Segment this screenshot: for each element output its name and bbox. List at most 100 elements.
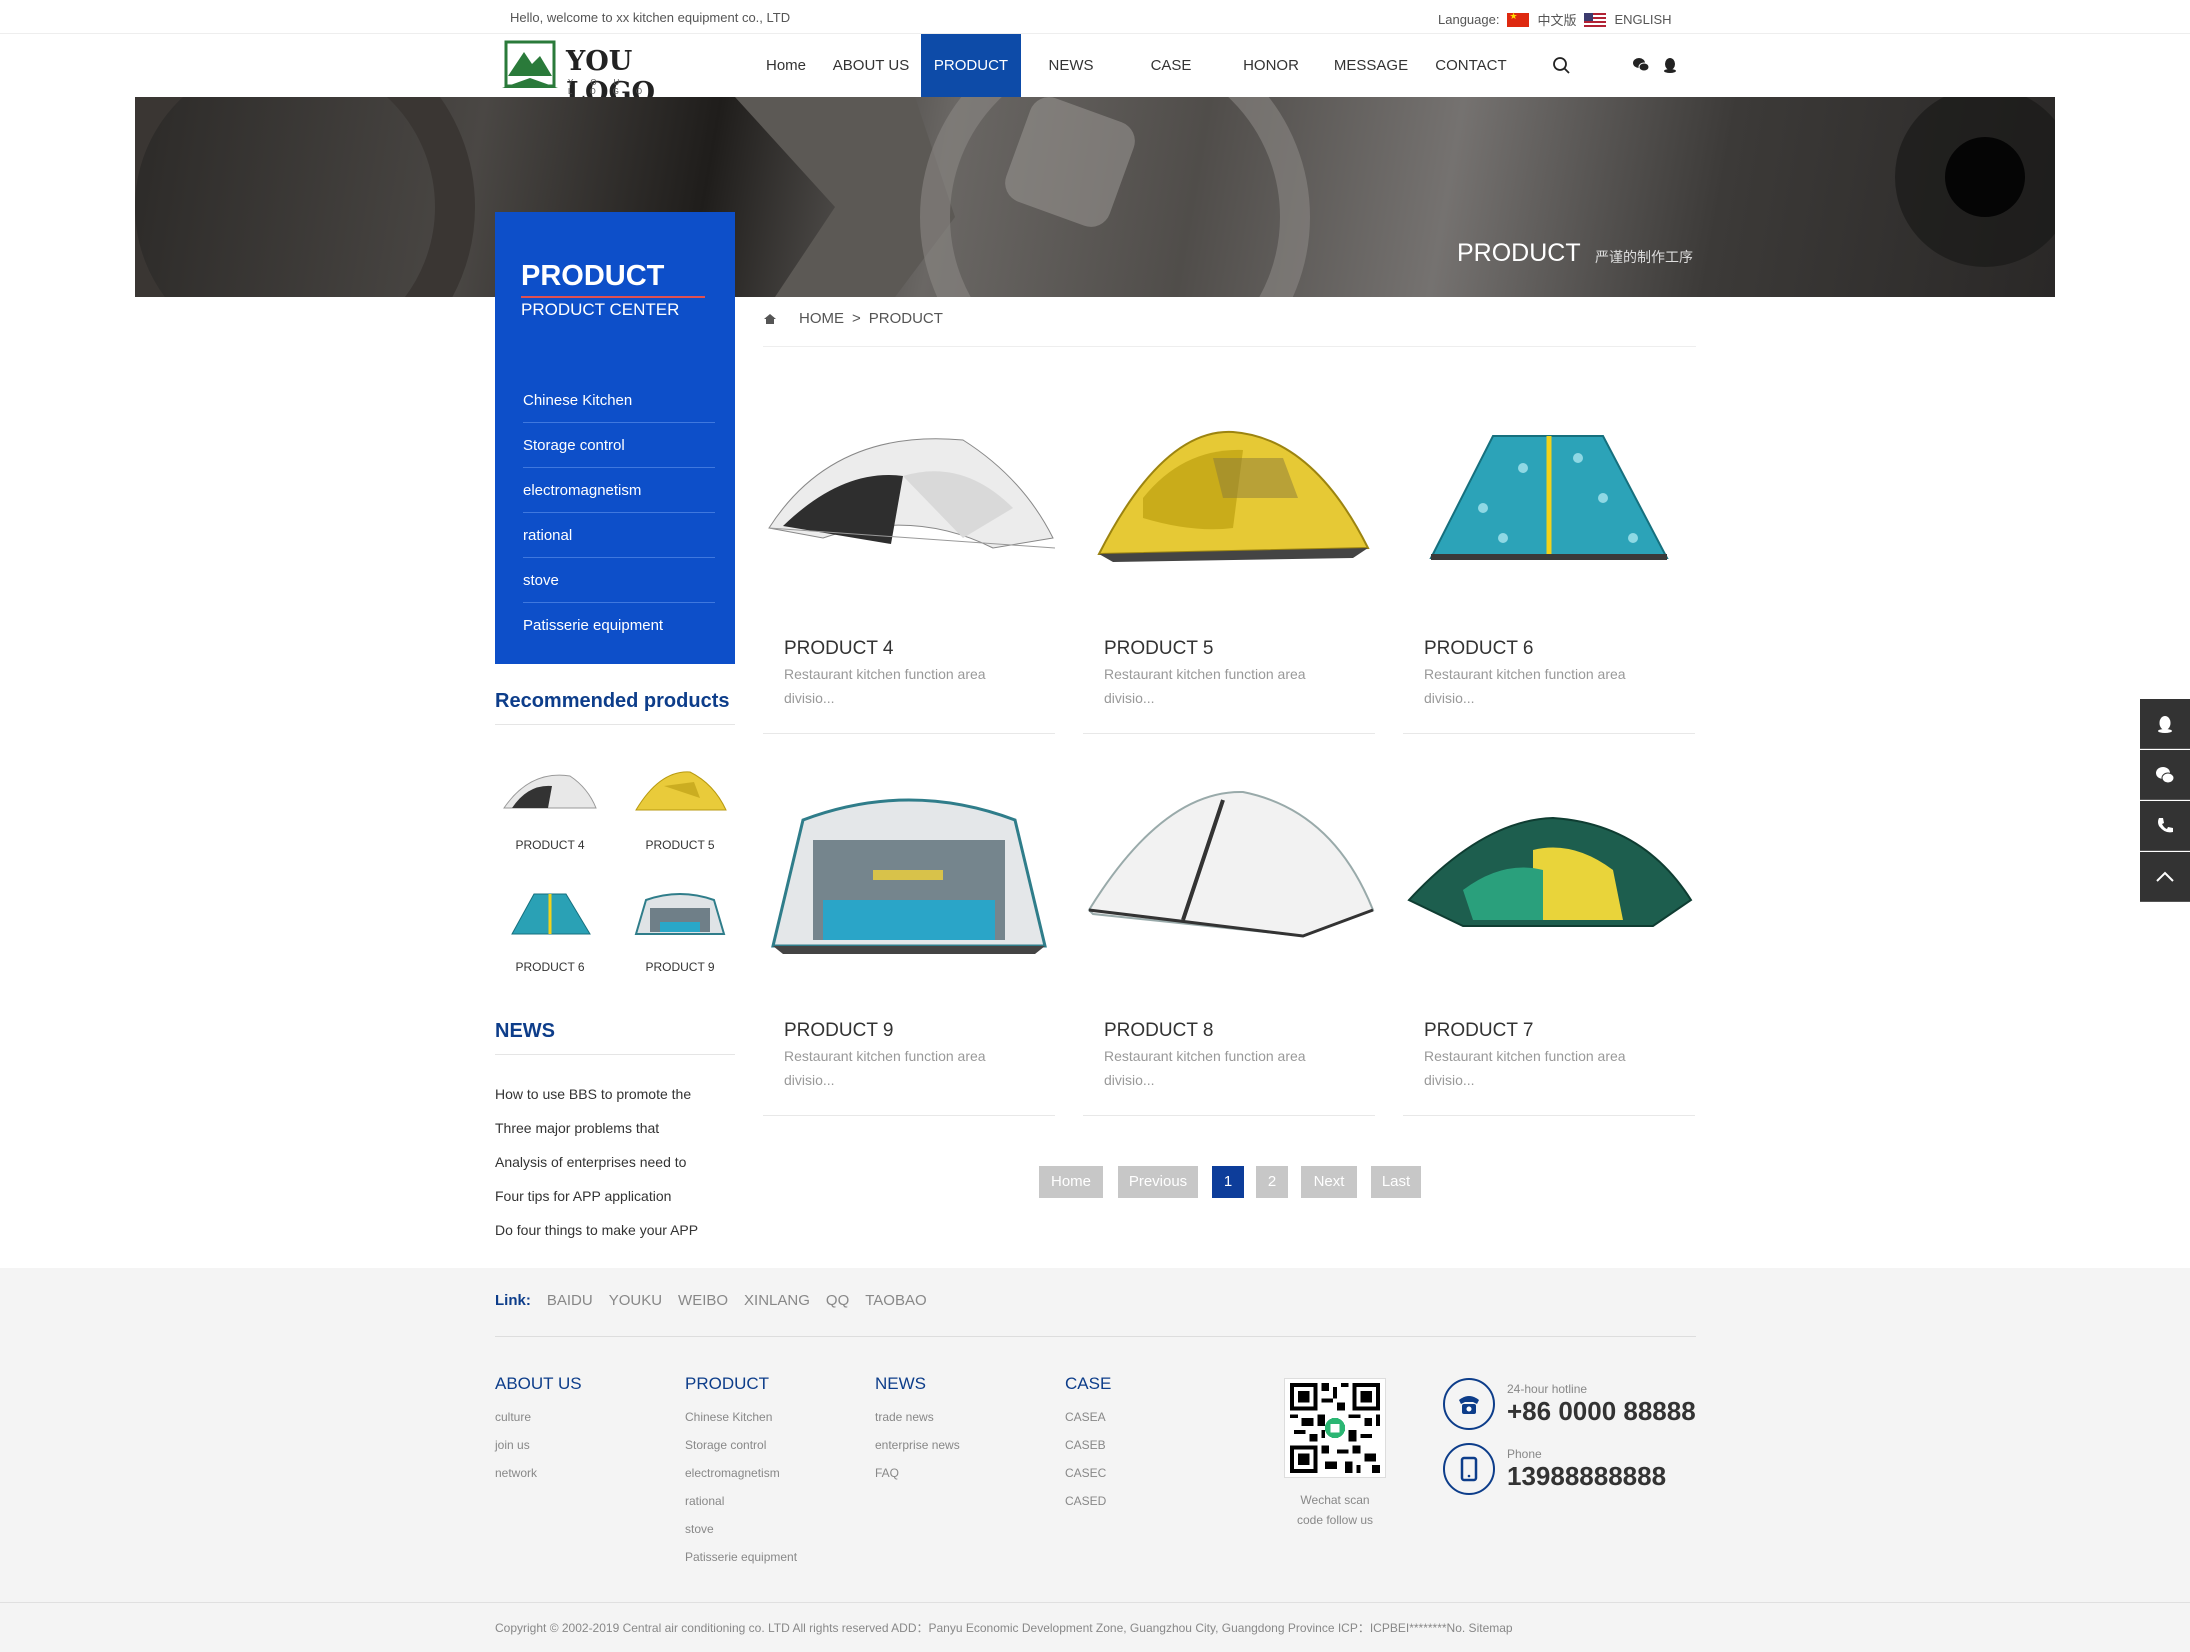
phone-icon — [2158, 818, 2173, 833]
sidebar-heading-underline — [521, 296, 705, 298]
lang-cn-link[interactable]: 中文版 — [1537, 10, 1576, 29]
phone-number[interactable]: 13988888888 — [1507, 1461, 1666, 1492]
nav-message[interactable]: MESSAGE — [1321, 34, 1421, 97]
footer-link[interactable]: CASEC — [1065, 1466, 1111, 1494]
float-phone-button[interactable] — [2140, 801, 2190, 851]
footer-link[interactable]: join us — [495, 1438, 582, 1466]
pager-page-2[interactable]: 2 — [1256, 1166, 1288, 1198]
float-back-to-top-button[interactable] — [2140, 852, 2190, 902]
tent-yellow-image — [1097, 430, 1370, 562]
footer-col-title[interactable]: NEWS — [875, 1374, 960, 1394]
footer-link[interactable]: FAQ — [875, 1466, 960, 1494]
footer-link[interactable]: CASEA — [1065, 1410, 1111, 1438]
footer-link[interactable]: network — [495, 1466, 582, 1494]
footer-col-title[interactable]: CASE — [1065, 1374, 1111, 1394]
sidebar-item-chinese-kitchen[interactable]: Chinese Kitchen — [523, 378, 715, 423]
product-name[interactable]: PRODUCT 5 — [1104, 638, 1213, 660]
footer-link[interactable]: CASED — [1065, 1494, 1111, 1522]
sidebar-item-electromagnetism[interactable]: electromagnetism — [523, 468, 715, 513]
link-youku[interactable]: YOUKU — [609, 1292, 662, 1309]
link-baidu[interactable]: BAIDU — [547, 1292, 593, 1309]
recommended-item[interactable]: PRODUCT 6 — [495, 886, 605, 986]
sidebar-item-patisserie[interactable]: Patisserie equipment — [523, 603, 715, 648]
china-flag-icon[interactable] — [1507, 11, 1530, 27]
product-desc: Restaurant kitchen function area divisio… — [1104, 1048, 1306, 1088]
news-link[interactable]: Four tips for APP application — [495, 1188, 671, 1204]
footer-col-title[interactable]: ABOUT US — [495, 1374, 582, 1394]
wechat-icon[interactable] — [1632, 56, 1650, 74]
sidebar-item-stove[interactable]: stove — [523, 558, 715, 603]
telephone-icon — [1443, 1378, 1495, 1430]
nav-home[interactable]: Home — [759, 34, 813, 97]
product-card[interactable]: PRODUCT 5 Restaurant kitchen function ar… — [1083, 358, 1375, 734]
pager-home[interactable]: Home — [1039, 1166, 1103, 1198]
links-label: Link: — [495, 1292, 531, 1309]
nav-contact[interactable]: CONTACT — [1421, 34, 1521, 97]
link-taobao[interactable]: TAOBAO — [865, 1292, 926, 1309]
sidebar-menu: Chinese Kitchen Storage control electrom… — [495, 366, 735, 664]
nav-about[interactable]: ABOUT US — [831, 34, 911, 97]
product-card[interactable]: PRODUCT 7 Restaurant kitchen function ar… — [1403, 740, 1695, 1116]
news-link[interactable]: Do four things to make your APP — [495, 1222, 698, 1238]
footer-link[interactable]: CASEB — [1065, 1438, 1111, 1466]
product-name[interactable]: PRODUCT 6 — [1424, 638, 1533, 660]
link-xinlang[interactable]: XINLANG — [744, 1292, 810, 1309]
breadcrumb-home[interactable]: HOME — [799, 310, 844, 327]
search-icon[interactable] — [1552, 56, 1570, 74]
nav-product[interactable]: PRODUCT — [921, 34, 1021, 97]
product-name[interactable]: PRODUCT 8 — [1104, 1020, 1213, 1042]
nav-honor[interactable]: HONOR — [1221, 34, 1321, 97]
product-card[interactable]: PRODUCT 4 Restaurant kitchen function ar… — [763, 358, 1055, 734]
footer-col-title[interactable]: PRODUCT — [685, 1374, 797, 1394]
logo-mark-icon — [502, 40, 558, 88]
footer-link[interactable]: trade news — [875, 1410, 960, 1438]
product-name[interactable]: PRODUCT 7 — [1424, 1020, 1533, 1042]
product-card[interactable]: PRODUCT 6 Restaurant kitchen function ar… — [1403, 358, 1695, 734]
footer-link[interactable]: stove — [685, 1522, 797, 1550]
top-bar: Hello, welcome to xx kitchen equipment c… — [0, 0, 2190, 34]
footer-link[interactable]: rational — [685, 1494, 797, 1522]
footer-link[interactable]: electromagnetism — [685, 1466, 797, 1494]
footer-link[interactable]: culture — [495, 1410, 582, 1438]
news-link[interactable]: How to use BBS to promote the — [495, 1086, 691, 1102]
product-name[interactable]: PRODUCT 4 — [784, 638, 893, 660]
news-link[interactable]: Analysis of enterprises need to — [495, 1154, 686, 1170]
nav-news[interactable]: NEWS — [1021, 34, 1121, 97]
nav-case[interactable]: CASE — [1121, 34, 1221, 97]
footer-link[interactable]: Chinese Kitchen — [685, 1410, 797, 1438]
phone-block: Phone 13988888888 — [1443, 1443, 1743, 1499]
logo-subtext: YOU LOGO — [568, 78, 660, 96]
banner-title: PRODUCT — [1457, 239, 1581, 267]
recommended-item[interactable]: PRODUCT 9 — [625, 886, 735, 986]
pager-last[interactable]: Last — [1371, 1166, 1421, 1198]
qr-caption: Wechat scan code follow us — [1280, 1490, 1390, 1530]
link-qq[interactable]: QQ — [826, 1292, 849, 1309]
sidebar-item-storage-control[interactable]: Storage control — [523, 423, 715, 468]
product-desc: Restaurant kitchen function area divisio… — [1104, 666, 1306, 706]
float-wechat-button[interactable] — [2140, 750, 2190, 800]
sidebar-item-rational[interactable]: rational — [523, 513, 715, 558]
product-name[interactable]: PRODUCT 9 — [784, 1020, 893, 1042]
logo[interactable]: YOU LOGO YOU LOGO — [500, 38, 700, 108]
home-icon[interactable] — [763, 312, 777, 326]
footer-link[interactable]: enterprise news — [875, 1438, 960, 1466]
product-card[interactable]: PRODUCT 8 Restaurant kitchen function ar… — [1083, 740, 1375, 1116]
qq-icon[interactable] — [1661, 56, 1679, 74]
hotline-number[interactable]: +86 0000 88888 — [1507, 1396, 1696, 1427]
us-flag-icon[interactable] — [1584, 12, 1607, 27]
tent-patterned-thumb — [511, 893, 591, 935]
recommended-item[interactable]: PRODUCT 4 — [495, 764, 605, 864]
product-desc: Restaurant kitchen function area divisio… — [784, 666, 986, 706]
product-card[interactable]: PRODUCT 9 Restaurant kitchen function ar… — [763, 740, 1055, 1116]
news-link[interactable]: Three major problems that — [495, 1120, 659, 1136]
float-qq-button[interactable] — [2140, 699, 2190, 749]
language-switcher: Language: 中文版 ENGLISH — [1438, 10, 1672, 29]
pager-next[interactable]: Next — [1301, 1166, 1357, 1198]
recommended-item[interactable]: PRODUCT 5 — [625, 764, 735, 864]
pager-page-1[interactable]: 1 — [1212, 1166, 1244, 1198]
footer-link[interactable]: Patisserie equipment — [685, 1550, 797, 1578]
pager-previous[interactable]: Previous — [1118, 1166, 1198, 1198]
link-weibo[interactable]: WEIBO — [678, 1292, 728, 1309]
lang-en-link[interactable]: ENGLISH — [1614, 12, 1671, 27]
footer-link[interactable]: Storage control — [685, 1438, 797, 1466]
